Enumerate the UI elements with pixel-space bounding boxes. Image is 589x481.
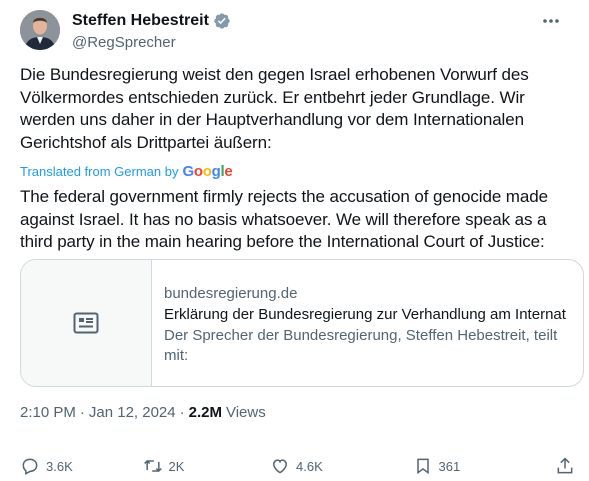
- repost-button[interactable]: 2K: [143, 456, 238, 476]
- share-icon: [557, 457, 573, 474]
- repost-icon: [143, 459, 162, 473]
- share-button[interactable]: [555, 456, 575, 476]
- post-meta: 2:10 PM · Jan 12, 2024 · 2.2M Views: [20, 404, 266, 421]
- author-block: Steffen Hebestreit @RegSprecher: [72, 11, 231, 53]
- card-domain: bundesregierung.de: [164, 285, 298, 302]
- translated-label: Translated from German by: [20, 164, 179, 179]
- card-content: bundesregierung.de Erklärung der Bundesr…: [164, 284, 576, 366]
- heart-icon: [272, 459, 288, 474]
- meta-separator: ·: [179, 404, 185, 421]
- repost-count: 2K: [168, 458, 185, 474]
- author-name[interactable]: Steffen Hebestreit: [72, 11, 209, 31]
- bookmark-count: 361: [438, 458, 461, 474]
- meta-separator: ·: [79, 404, 85, 421]
- post-text: Die Bundesregierung weist den gegen Isra…: [20, 65, 529, 152]
- verified-badge-icon: [214, 13, 230, 29]
- views-label: Views: [225, 404, 266, 421]
- google-logo: Google: [182, 163, 233, 180]
- link-card[interactable]: bundesregierung.de Erklärung der Bundesr…: [20, 259, 584, 387]
- avatar[interactable]: [20, 10, 60, 50]
- avatar-photo: [20, 10, 60, 50]
- card-title: Erklärung der Bundesregierung zur Verhan…: [164, 306, 566, 323]
- post-date[interactable]: Jan 12, 2024: [89, 404, 176, 421]
- post-time[interactable]: 2:10 PM: [20, 404, 76, 421]
- post-header: Steffen Hebestreit @RegSprecher: [20, 8, 569, 56]
- reply-count: 3.6K: [46, 458, 73, 474]
- article-icon: [73, 312, 99, 334]
- like-button[interactable]: 4.6K: [270, 456, 380, 476]
- card-description: Der Sprecher der Bundesregierung, Steffe…: [164, 327, 558, 364]
- bookmark-icon: [416, 458, 429, 475]
- translation-attribution[interactable]: Translated from German by Google: [20, 163, 233, 180]
- translated-text: The federal government firmly rejects th…: [20, 187, 548, 251]
- card-thumbnail: [21, 260, 152, 386]
- bookmark-button[interactable]: 361: [413, 456, 523, 476]
- author-handle[interactable]: @RegSprecher: [72, 33, 231, 53]
- like-count: 4.6K: [296, 458, 323, 474]
- reply-icon: [22, 458, 38, 475]
- action-bar: 3.6K 2K 4.6K 361: [20, 454, 575, 478]
- views-count: 2.2M: [188, 404, 222, 421]
- more-options-icon[interactable]: [539, 13, 563, 29]
- reply-button[interactable]: 3.6K: [20, 456, 110, 476]
